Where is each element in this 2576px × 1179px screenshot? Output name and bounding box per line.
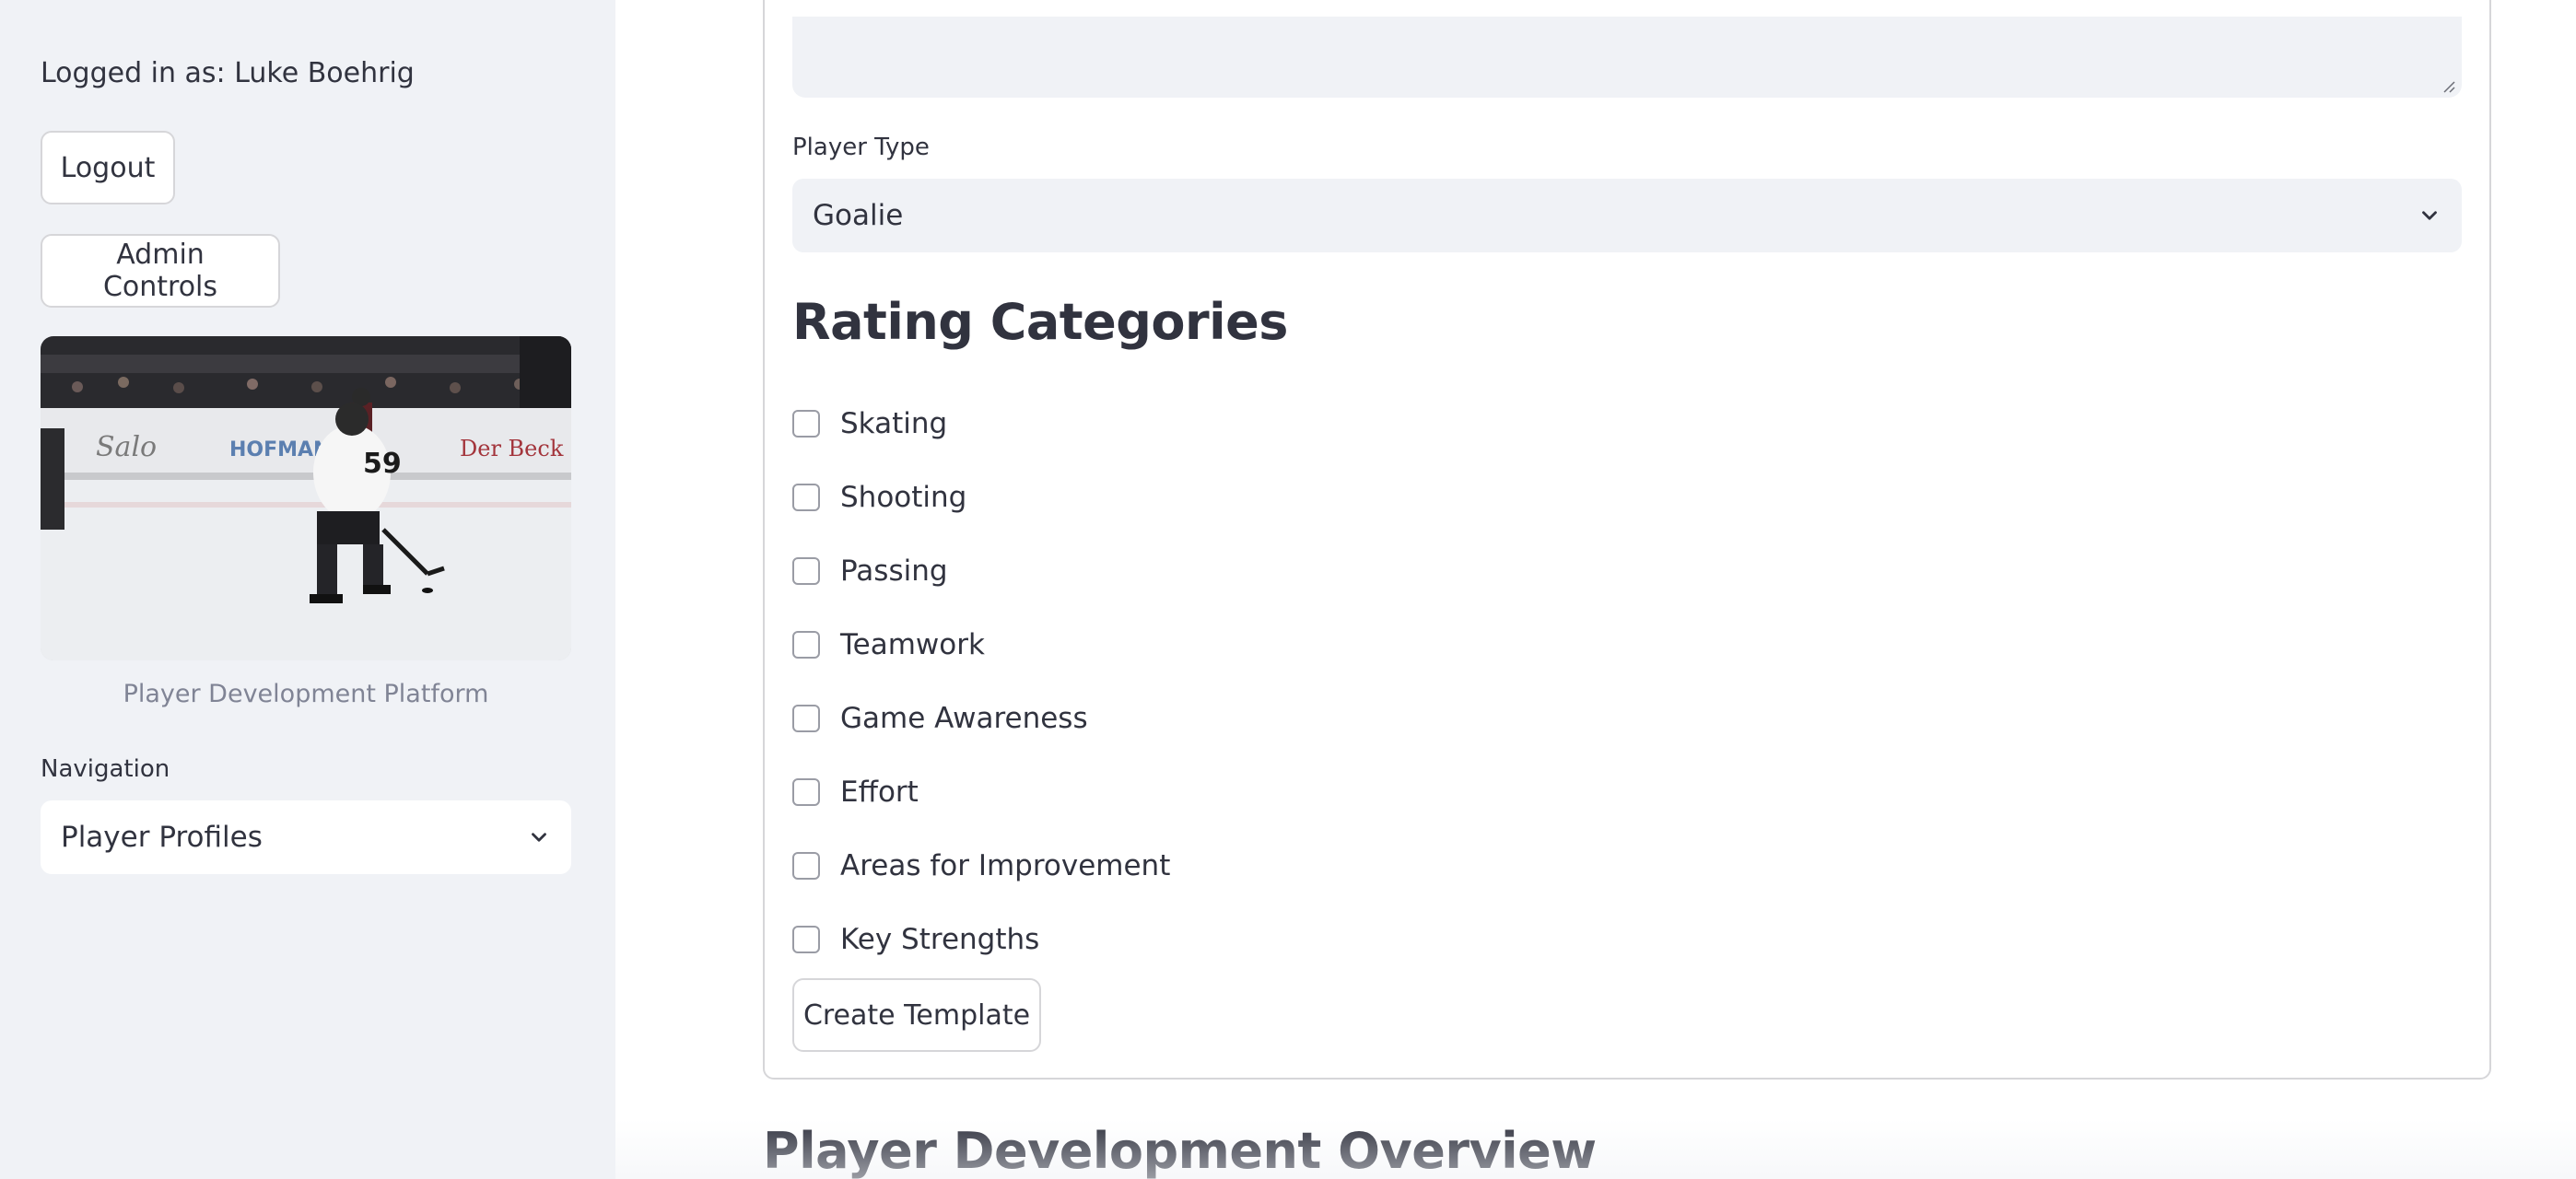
- checkbox[interactable]: [792, 778, 820, 806]
- sidebar: Logged in as: Luke Boehrig Logout Admin …: [0, 0, 615, 1179]
- svg-text:59: 59: [363, 448, 402, 480]
- checkbox[interactable]: [792, 410, 820, 438]
- chevron-down-icon: [532, 833, 546, 842]
- checkbox-label: Passing: [840, 554, 948, 588]
- checkbox-label: Teamwork: [840, 628, 985, 661]
- checkbox[interactable]: [792, 484, 820, 511]
- checkbox-label: Areas for Improvement: [840, 849, 1171, 882]
- category-checkbox-effort[interactable]: Effort: [792, 755, 1437, 829]
- category-checkbox-areas-for-improvement[interactable]: Areas for Improvement: [792, 829, 1437, 903]
- create-template-button[interactable]: Create Template: [792, 978, 1041, 1052]
- category-checkbox-game-awareness[interactable]: Game Awareness: [792, 682, 1437, 755]
- checkbox-label: Game Awareness: [840, 702, 1088, 735]
- checkbox[interactable]: [792, 926, 820, 953]
- hockey-player-image: Salo HOFMANN Der Beck 59: [41, 336, 571, 660]
- checkbox[interactable]: [792, 705, 820, 732]
- logged-in-text: Logged in as: Luke Boehrig: [41, 57, 415, 89]
- checkbox[interactable]: [792, 631, 820, 659]
- navigation-select[interactable]: Player Profiles: [41, 800, 571, 874]
- svg-text:Salo: Salo: [96, 431, 157, 463]
- player-type-label: Player Type: [792, 134, 930, 161]
- category-checkbox-teamwork[interactable]: Teamwork: [792, 608, 1437, 682]
- navigation-selected-value: Player Profiles: [61, 821, 263, 854]
- description-textarea[interactable]: [792, 17, 2462, 98]
- image-caption: Player Development Platform: [123, 680, 489, 708]
- rating-categories-list: Skating Shooting Passing Teamwork Game A…: [792, 387, 1437, 976]
- navigation-label: Navigation: [41, 755, 170, 783]
- category-checkbox-passing[interactable]: Passing: [792, 534, 1437, 608]
- checkbox-label: Skating: [840, 407, 948, 440]
- category-checkbox-key-strengths[interactable]: Key Strengths: [792, 903, 1437, 976]
- logout-button[interactable]: Logout: [41, 131, 175, 204]
- checkbox[interactable]: [792, 852, 820, 880]
- svg-text:Der Beck: Der Beck: [460, 436, 564, 461]
- checkbox-label: Key Strengths: [840, 923, 1040, 956]
- chevron-down-icon: [2422, 211, 2437, 220]
- player-development-overview-heading: Player Development Overview: [763, 1122, 1597, 1179]
- player-type-select[interactable]: Goalie: [792, 179, 2462, 252]
- resize-grip-icon[interactable]: [2441, 79, 2456, 94]
- rating-categories-heading: Rating Categories: [792, 293, 1288, 351]
- checkbox-label: Effort: [840, 776, 919, 809]
- player-type-selected-value: Goalie: [813, 199, 904, 232]
- category-checkbox-shooting[interactable]: Shooting: [792, 461, 1437, 534]
- category-checkbox-skating[interactable]: Skating: [792, 387, 1437, 461]
- admin-controls-button[interactable]: Admin Controls: [41, 234, 280, 308]
- checkbox-label: Shooting: [840, 481, 967, 514]
- checkbox[interactable]: [792, 557, 820, 585]
